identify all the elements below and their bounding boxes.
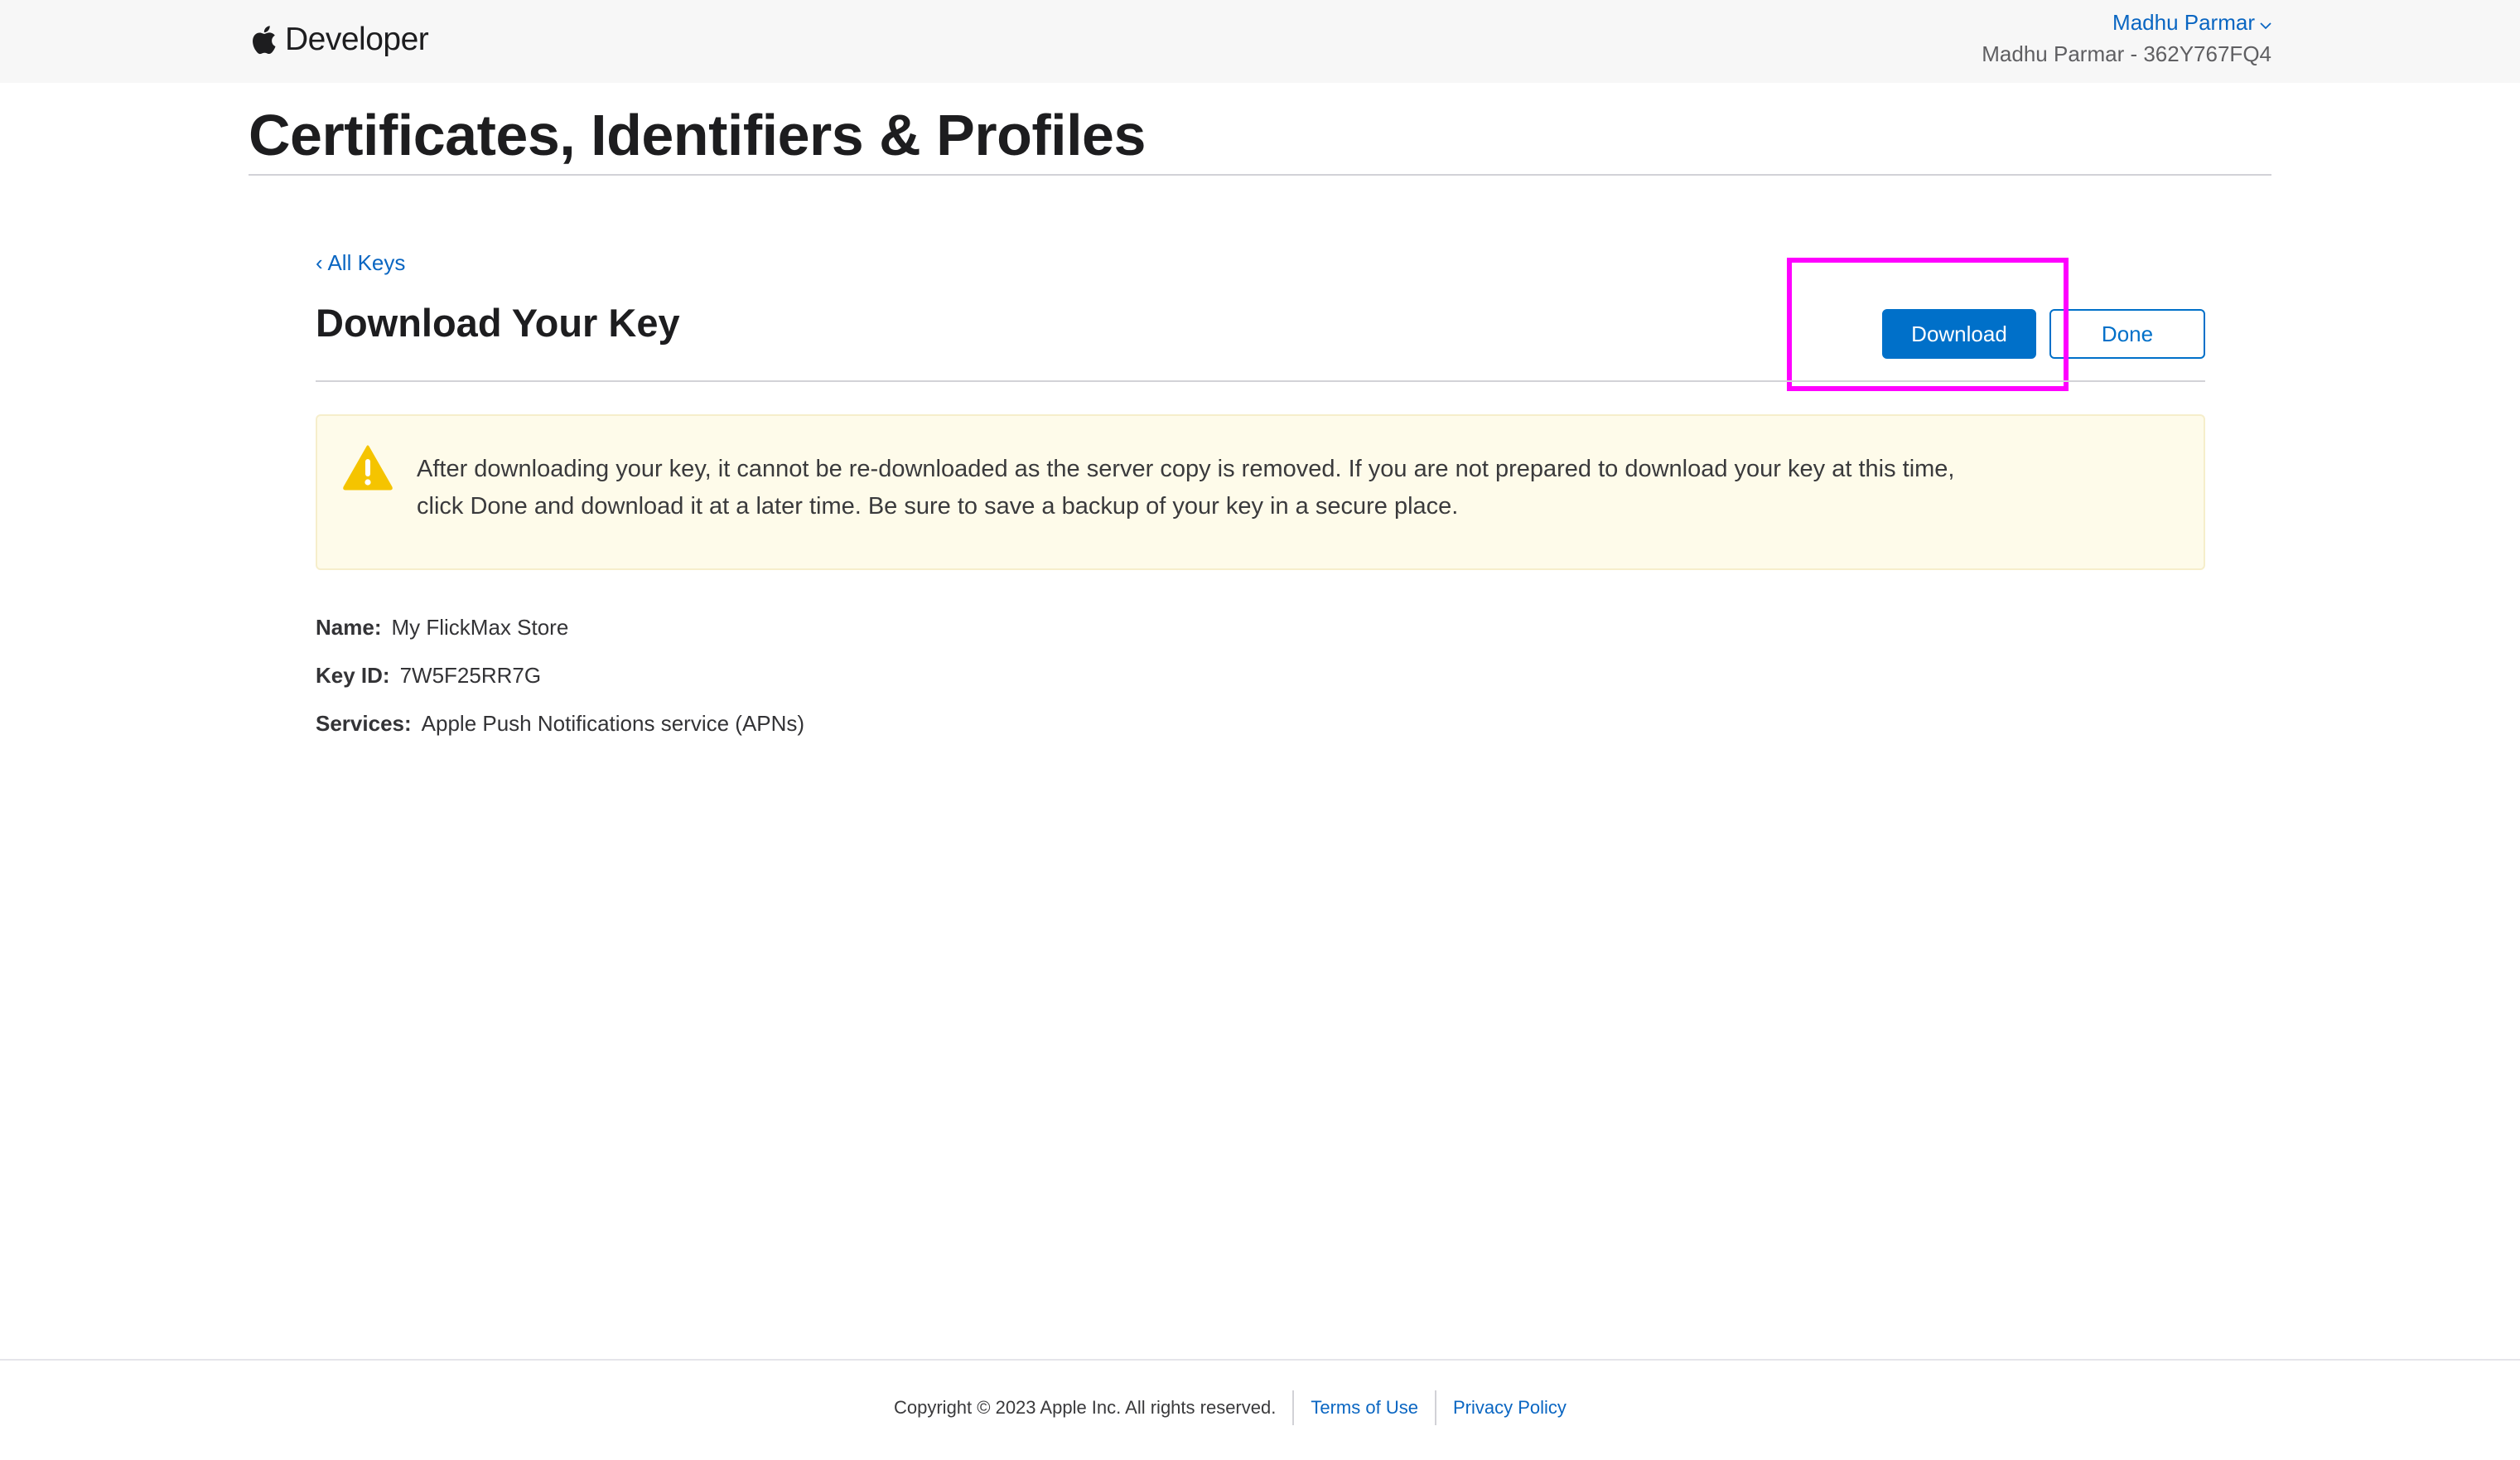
account-name: Madhu Parmar bbox=[2112, 9, 2255, 35]
all-keys-back-link[interactable]: ‹ All Keys bbox=[316, 250, 405, 276]
detail-name: Name: My FlickMax Store bbox=[316, 613, 804, 661]
done-button[interactable]: Done bbox=[2049, 309, 2205, 359]
services-value: Apple Push Notifications service (APNs) bbox=[421, 711, 805, 736]
chevron-down-icon bbox=[2260, 10, 2271, 36]
key-id-label: Key ID: bbox=[316, 663, 390, 688]
warning-icon bbox=[342, 444, 393, 495]
account-menu-toggle[interactable]: Madhu Parmar bbox=[1982, 8, 2271, 36]
detail-key-id: Key ID: 7W5F25RR7G bbox=[316, 661, 804, 709]
detail-services: Services: Apple Push Notifications servic… bbox=[316, 709, 804, 757]
privacy-policy-link[interactable]: Privacy Policy bbox=[1434, 1390, 1583, 1425]
section-title: Download Your Key bbox=[316, 301, 680, 345]
download-button[interactable]: Download bbox=[1882, 309, 2036, 359]
account-menu: Madhu Parmar Madhu Parmar - 362Y767FQ4 bbox=[1982, 8, 2271, 67]
footer: Copyright © 2023 Apple Inc. All rights r… bbox=[0, 1359, 2520, 1460]
developer-home-link[interactable]: Developer bbox=[249, 17, 429, 63]
warning-banner: After downloading your key, it cannot be… bbox=[316, 414, 2205, 570]
footer-content: Copyright © 2023 Apple Inc. All rights r… bbox=[894, 1390, 1583, 1425]
account-team: Madhu Parmar - 362Y767FQ4 bbox=[1982, 41, 2271, 66]
page-title: Certificates, Identifiers & Profiles bbox=[249, 103, 1146, 167]
name-label: Name: bbox=[316, 615, 382, 640]
apple-logo-icon bbox=[249, 23, 277, 56]
section-divider bbox=[316, 380, 2205, 382]
key-id-value: 7W5F25RR7G bbox=[399, 663, 542, 688]
global-nav: Developer Madhu Parmar Madhu Parmar - 36… bbox=[0, 0, 2520, 83]
key-details: Name: My FlickMax Store Key ID: 7W5F25RR7G… bbox=[316, 613, 804, 757]
services-label: Services: bbox=[316, 711, 412, 736]
name-value: My FlickMax Store bbox=[391, 615, 569, 640]
brand-name: Developer bbox=[285, 22, 429, 57]
terms-of-use-link[interactable]: Terms of Use bbox=[1292, 1390, 1435, 1425]
title-divider bbox=[249, 174, 2271, 176]
warning-text: After downloading your key, it cannot be… bbox=[417, 456, 1955, 520]
copyright-text: Copyright © 2023 Apple Inc. All rights r… bbox=[894, 1397, 1277, 1418]
